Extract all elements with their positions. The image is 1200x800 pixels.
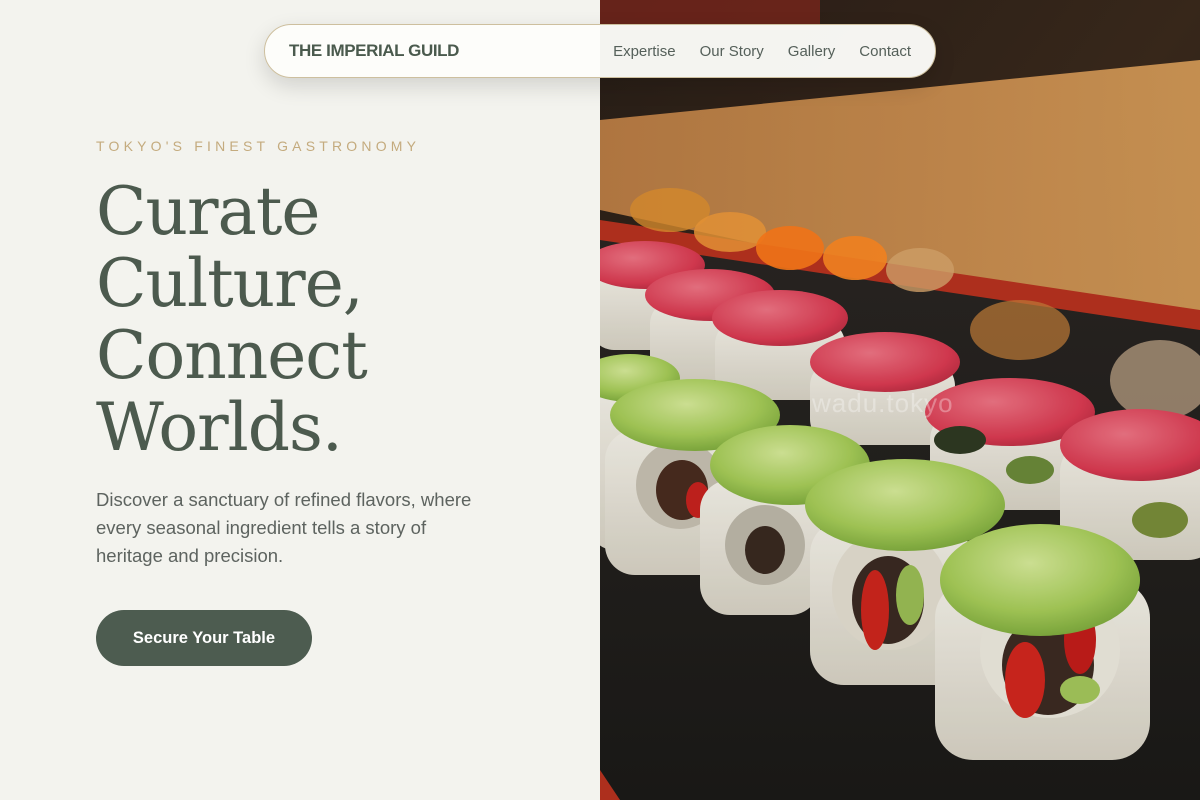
nav-link-expertise[interactable]: Expertise <box>613 43 676 60</box>
secure-table-button[interactable]: Secure Your Table <box>96 610 312 666</box>
nav-link-our-story[interactable]: Our Story <box>700 43 764 60</box>
hero-description: Discover a sanctuary of refined flavors,… <box>96 489 472 566</box>
nav-link-contact[interactable]: Contact <box>859 43 911 60</box>
headline-line: Culture, <box>96 245 364 322</box>
headline-line: Connect <box>96 317 368 394</box>
brand-logo[interactable]: THE IMPERIAL GUILD <box>289 41 459 61</box>
nav-link-gallery[interactable]: Gallery <box>788 43 836 60</box>
headline-line: Worlds. <box>96 389 343 466</box>
hero-left-panel: TOKYO'S FINEST GASTRONOMY Curate Culture… <box>0 0 600 800</box>
photo-watermark: wadu.tokyo <box>812 388 954 418</box>
headline-line: Curate <box>96 173 320 250</box>
top-navigation: THE IMPERIAL GUILD Expertise Our Story G… <box>264 24 936 78</box>
hero-headline: Curate Culture, Connect Worlds. <box>96 173 368 466</box>
hero-eyebrow: TOKYO'S FINEST GASTRONOMY <box>96 138 421 154</box>
nav-links: Expertise Our Story Gallery Contact <box>613 43 911 60</box>
